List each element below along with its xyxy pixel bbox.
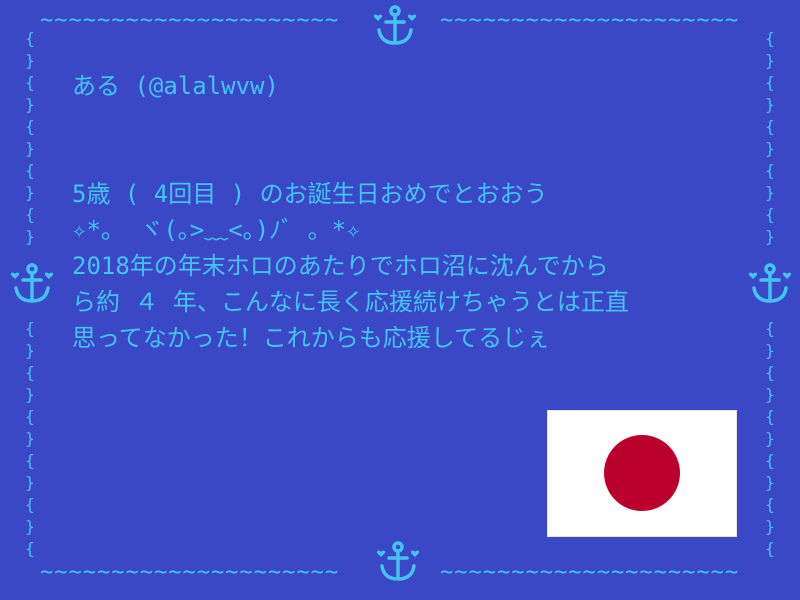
message-line: 思ってなかった！これからも応援してるじぇ [72, 324, 551, 352]
heart-icon [407, 14, 417, 21]
heart-icon [376, 550, 386, 557]
wave-border-right-top: { } { } { } { } { } [765, 29, 775, 246]
birthday-message: 5歳 ( 4回目 ) のお誕生日おめでとおおう ✧*。 ヾ(｡>﹏<｡)ﾉﾞ 。… [72, 176, 742, 356]
japan-flag-icon [547, 410, 737, 537]
birthday-message-card: ~~~~~~~~~~~~~~~~~~~~~ ~~~~~~~~~~~~~~~~~~… [0, 0, 800, 600]
heart-icon [373, 14, 383, 21]
wave-border-bottom-left: ~~~~~~~~~~~~~~~~~~~~~ [40, 562, 340, 584]
message-line: 5歳 ( 4回目 ) のお誕生日おめでとおおう [72, 180, 548, 208]
anchor-icon [373, 5, 417, 45]
wave-border-top-left: ~~~~~~~~~~~~~~~~~~~~~ [40, 10, 340, 32]
wave-border-right-bottom: { } { } { } { } { } { [765, 319, 775, 558]
anchor-icon [748, 263, 792, 303]
heart-icon [410, 550, 420, 557]
heart-icon [44, 272, 54, 279]
author-handle: ある (@alalwvw) [72, 72, 279, 100]
anchor-icon [10, 263, 54, 303]
wave-border-bottom-right: ~~~~~~~~~~~~~~~~~~~~~ [440, 562, 740, 584]
heart-icon [10, 272, 20, 279]
heart-icon [748, 272, 758, 279]
flag-sun-disc [604, 435, 680, 511]
message-line: ら約 ４ 年、こんなに長く応援続けちゃうとは正直 [72, 288, 629, 316]
heart-icon [782, 272, 792, 279]
wave-border-left-top: { } { } { } { } { } [25, 29, 35, 246]
wave-border-top-right: ~~~~~~~~~~~~~~~~~~~~~ [440, 10, 740, 32]
message-line: ✧*。 ヾ(｡>﹏<｡)ﾉﾞ 。*✧ [72, 216, 361, 244]
message-line: 2018年の年末ホロのあたりでホロ沼に沈んでから [72, 252, 609, 280]
wave-border-left-bottom: { } { } { } { } { } { [25, 319, 35, 558]
anchor-icon [376, 541, 420, 581]
